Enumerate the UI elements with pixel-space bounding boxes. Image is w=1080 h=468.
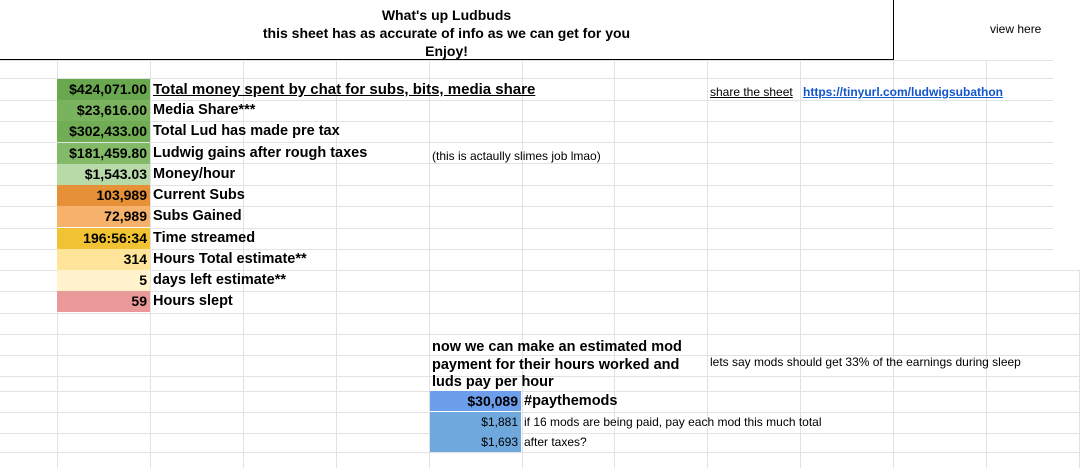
gridline-col [893, 60, 894, 468]
header-line-1: What's up Ludbuds [381, 7, 512, 23]
mod-label: if 16 mods are being paid, pay each mod … [524, 415, 822, 429]
stat-label: days left estimate** [153, 272, 286, 288]
mod-value: $30,089 [430, 391, 521, 411]
stat-value: 103,989 [57, 185, 150, 206]
mod-note: lets say mods should get 33% of the earn… [710, 355, 1021, 369]
stat-value: $181,459.80 [57, 143, 150, 164]
stat-value: 72,989 [57, 206, 150, 227]
stat-label: Hours slept [153, 293, 233, 309]
stat-value: 314 [57, 249, 150, 270]
stat-label: Ludwig gains after rough taxes [153, 145, 368, 161]
mod-text-line-3: luds pay per hour [432, 374, 554, 390]
view-here-link[interactable]: view here [990, 22, 1041, 36]
mod-label: after taxes? [524, 435, 587, 449]
stat-value: $424,071.00 [57, 79, 150, 100]
stat-label: Time streamed [153, 230, 256, 246]
stat-value: $1,543.03 [57, 164, 150, 185]
gridline-row [0, 60, 1080, 61]
gridline-row [0, 313, 1080, 314]
mod-value: $1,881 [430, 412, 521, 432]
stat-value: 5 [57, 270, 150, 291]
stat-value: 59 [57, 291, 150, 312]
stat-label: Current Subs [153, 187, 245, 203]
stat-label: Subs Gained [153, 208, 242, 224]
stat-label: Media Share*** [153, 102, 256, 118]
stat-label: Hours Total estimate** [153, 251, 307, 267]
gridline-col [522, 60, 523, 468]
blank-region [1053, 60, 1080, 270]
mod-value: $1,693 [430, 432, 521, 452]
stat-value: $23,616.00 [57, 100, 150, 121]
share-label: share the sheet [710, 85, 793, 99]
gridline-col [707, 60, 708, 468]
mod-label: #paythemods [524, 393, 618, 409]
gridline-col [986, 60, 987, 468]
slimes-note: (this is actaully slimes job lmao) [432, 149, 601, 163]
sheet-header: What's up Ludbuds this sheet has as accu… [0, 0, 894, 60]
header-line-2: this sheet has as accurate of info as we… [262, 25, 631, 41]
stat-label: Money/hour [153, 166, 236, 182]
gridline-col [800, 60, 801, 468]
gridline-col [150, 60, 151, 468]
gridline-row [0, 334, 1080, 335]
mod-text-line-1: now we can make an estimated mod [432, 339, 682, 355]
mod-text-line-2: payment for their hours worked and [432, 357, 680, 373]
share-url-link[interactable]: https://tinyurl.com/ludwigsubathon [803, 82, 1003, 103]
header-line-3: Enjoy! [425, 43, 468, 59]
stat-value: $302,433.00 [57, 121, 150, 142]
stat-label: Total Lud has made pre tax [153, 123, 340, 139]
stat-value: 196:56:34 [57, 228, 150, 249]
stat-label: Total money spent by chat for subs, bits… [153, 81, 536, 98]
